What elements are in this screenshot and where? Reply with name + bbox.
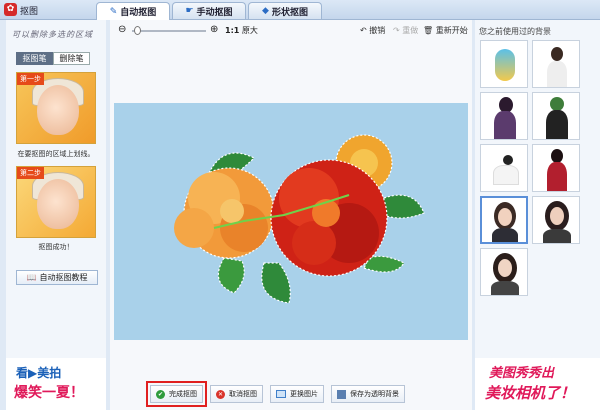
recent-backgrounds-panel: 您之前使用过的背景 美图秀秀出 美妆相机了！ xyxy=(475,20,600,410)
background-thumb[interactable] xyxy=(532,92,580,140)
head-shape xyxy=(550,97,564,111)
restart-icon: 🗑 xyxy=(423,26,434,35)
undo-icon: ↶ xyxy=(360,26,367,35)
left-panel: 可以删除多选的区域 抠图笔 删除笔 第一步 在要抠图的区域上划线。 第二步 抠图… xyxy=(6,20,106,410)
title-bar: ✿ 抠图 ✎ 自动抠图 ☛ 手动抠图 ◆ 形状抠图 xyxy=(0,0,600,20)
redo-icon: ↷ xyxy=(393,26,400,35)
head-shape xyxy=(551,47,563,61)
face-shape xyxy=(498,208,512,226)
cutout-canvas[interactable] xyxy=(114,103,468,340)
background-thumb[interactable] xyxy=(532,196,580,244)
cancel-cutout-button[interactable]: ✕ 取消抠图 xyxy=(210,385,263,403)
body-shape xyxy=(492,228,518,242)
pen-switch: 抠图笔 删除笔 xyxy=(16,52,90,65)
zoom-slider-track[interactable] xyxy=(132,30,206,32)
save-icon xyxy=(337,389,346,399)
logo-shape xyxy=(495,49,515,81)
check-icon: ✔ xyxy=(156,389,165,399)
tab-label: 手动抠图 xyxy=(196,7,233,18)
tutorial-label: 自动抠图教程 xyxy=(39,273,88,282)
background-thumb[interactable] xyxy=(532,144,580,192)
recent-backgrounds-label: 您之前使用过的背景 xyxy=(479,27,551,36)
step2-example-image: 第二步 xyxy=(16,166,96,238)
background-thumb-selected[interactable] xyxy=(480,196,528,244)
zoom-out-icon[interactable]: ⊖ xyxy=(118,24,126,35)
step1-example-image: 第一步 xyxy=(16,72,96,144)
ad-line1: 看▶美拍 xyxy=(16,366,62,380)
body-shape xyxy=(494,111,516,139)
undo-button[interactable]: ↶ 撤销 xyxy=(360,25,385,36)
save-transparent-button[interactable]: 保存为透明背景 xyxy=(331,385,405,403)
hint-text: 可以删除多选的区域 xyxy=(12,30,93,39)
step2-badge: 第二步 xyxy=(17,167,44,179)
zoom-slider-handle[interactable] xyxy=(134,26,141,35)
erase-pen-button[interactable]: 删除笔 xyxy=(53,52,90,65)
tab-manual-cutout[interactable]: ☛ 手动抠图 xyxy=(172,2,246,19)
redo-label: 重做 xyxy=(402,26,419,35)
replace-label: 更换图片 xyxy=(290,390,318,398)
hand-icon: ☛ xyxy=(185,6,194,16)
background-thumb[interactable] xyxy=(480,248,528,296)
body-shape xyxy=(546,110,568,139)
canvas-toolbar: ⊖ ⊕ 1:1 原大 ↶ 撤销 ↷ 重做 🗑 重新开始 xyxy=(110,20,472,40)
baby-face-shape xyxy=(37,85,79,135)
window-title: 抠图 xyxy=(20,7,39,17)
restart-label: 重新开始 xyxy=(435,26,468,35)
ad-line1: 美图秀秀出 xyxy=(489,366,555,381)
body-shape xyxy=(491,281,519,295)
replace-image-button[interactable]: 更换图片 xyxy=(270,385,324,403)
image-icon xyxy=(276,390,286,398)
action-bar: ✔ 完成抠图 ✕ 取消抠图 更换图片 保存为透明背景 xyxy=(146,381,412,407)
step2-caption: 抠图成功！ xyxy=(38,243,74,251)
actual-size-button[interactable]: 1:1 原大 xyxy=(225,25,258,36)
ad-line2: 美妆相机了！ xyxy=(485,384,576,402)
redo-button[interactable]: ↷ 重做 xyxy=(393,25,418,36)
ratio-value: 1:1 xyxy=(225,26,240,35)
book-icon: 📖 xyxy=(26,273,37,282)
close-icon: ✕ xyxy=(216,389,225,399)
restart-button[interactable]: 🗑 重新开始 xyxy=(423,25,468,36)
head-shape xyxy=(551,149,563,163)
background-thumb[interactable] xyxy=(480,40,528,88)
step1-caption: 在要抠图的区域上划线。 xyxy=(17,150,95,158)
step1-badge: 第一步 xyxy=(17,73,44,85)
shape-icon: ◆ xyxy=(262,6,269,16)
meizhuang-camera-ad[interactable]: 美图秀秀出 美妆相机了！ xyxy=(475,358,600,410)
done-label: 完成抠图 xyxy=(169,390,197,398)
done-cutout-button[interactable]: ✔ 完成抠图 xyxy=(146,381,207,407)
undo-label: 撤销 xyxy=(369,26,386,35)
background-thumb[interactable] xyxy=(532,40,580,88)
meitu-logo-icon: ✿ xyxy=(4,3,17,16)
background-thumb[interactable] xyxy=(480,144,528,192)
workspace: ⊖ ⊕ 1:1 原大 ↶ 撤销 ↷ 重做 🗑 重新开始 ✔ 完成抠图 ✕ 取消抠… xyxy=(110,20,472,410)
red-peony xyxy=(270,159,388,277)
tab-label: 自动抠图 xyxy=(120,8,157,18)
tab-label: 形状抠图 xyxy=(271,7,308,18)
zoom-in-icon[interactable]: ⊕ xyxy=(210,24,218,35)
peony-image xyxy=(174,134,425,304)
brush-icon: ✎ xyxy=(109,6,118,17)
tutorial-button[interactable]: 📖 自动抠图教程 xyxy=(16,270,98,285)
tab-shape-cutout[interactable]: ◆ 形状抠图 xyxy=(248,2,322,19)
ad-line2: 爆笑一夏！ xyxy=(14,385,84,401)
save-label: 保存为透明背景 xyxy=(350,390,399,398)
meipai-ad-banner[interactable]: 看▶美拍 爆笑一夏！ xyxy=(6,358,106,410)
body-shape xyxy=(493,165,519,185)
orange-peony xyxy=(174,167,275,259)
pick-pen-button[interactable]: 抠图笔 xyxy=(16,52,53,65)
background-thumb[interactable] xyxy=(480,92,528,140)
face-shape xyxy=(498,259,512,277)
body-shape xyxy=(547,162,567,191)
baby-face-shape xyxy=(37,179,79,229)
ratio-label: 原大 xyxy=(241,26,258,35)
cancel-label: 取消抠图 xyxy=(229,390,257,398)
body-shape xyxy=(543,229,571,243)
head-shape xyxy=(503,155,513,165)
background-grid xyxy=(480,40,580,296)
tab-auto-cutout[interactable]: ✎ 自动抠图 xyxy=(96,2,170,20)
tab-bar: ✎ 自动抠图 ☛ 手动抠图 ◆ 形状抠图 xyxy=(96,2,324,20)
body-shape xyxy=(547,61,567,87)
face-shape xyxy=(550,207,564,225)
